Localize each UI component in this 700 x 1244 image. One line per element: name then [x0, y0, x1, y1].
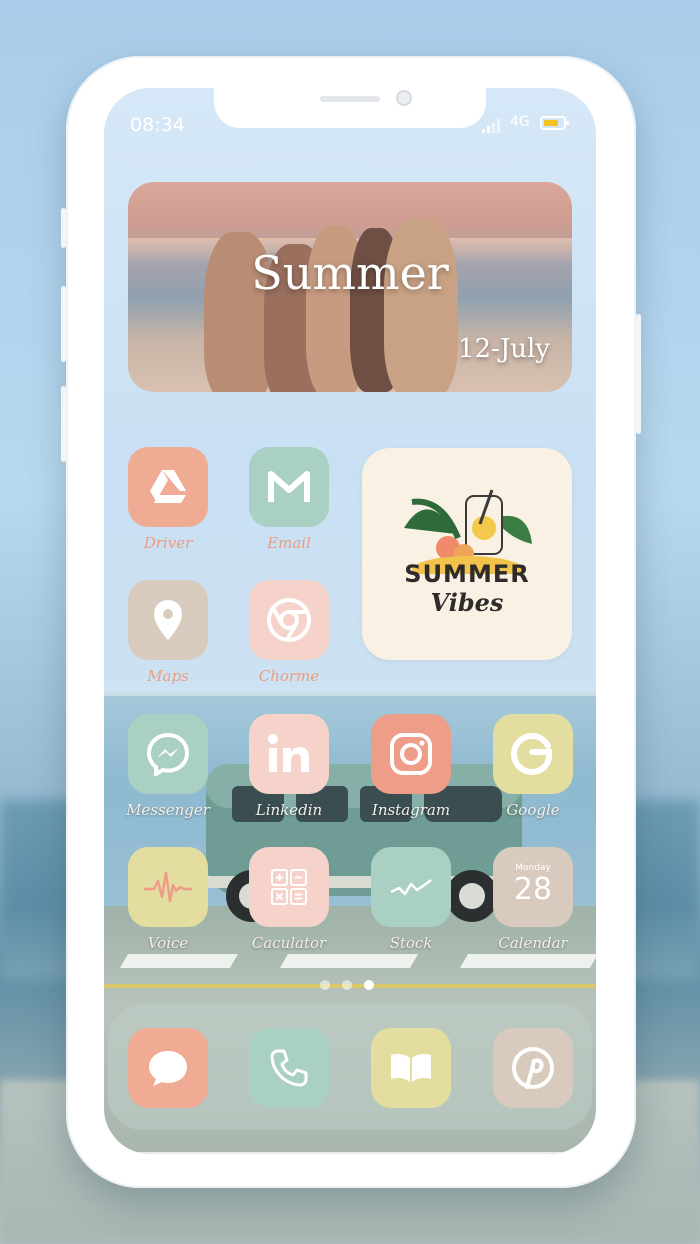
- app-label-chrome: Chorme: [258, 667, 320, 685]
- home-screen: 08:34 4G Summer 12-July Driver Email SUM…: [104, 88, 596, 1154]
- page-indicator[interactable]: [320, 980, 374, 990]
- stock-chart-icon: [390, 879, 432, 896]
- app-linkedin[interactable]: [249, 714, 329, 794]
- app-driver[interactable]: [128, 447, 208, 527]
- van-illustration: [206, 764, 522, 922]
- instagram-icon: [390, 733, 432, 775]
- app-label-stock: Stock: [389, 934, 433, 952]
- sticker-line1: SUMMER: [404, 560, 530, 588]
- summer-vibes-widget[interactable]: SUMMER Vibes: [362, 448, 572, 660]
- photo-widget[interactable]: Summer 12-July: [128, 182, 572, 392]
- speaker-grille: [320, 96, 380, 102]
- app-label-instagram: Instagram: [371, 801, 451, 819]
- page-dot[interactable]: [342, 980, 352, 990]
- sticker-line2: Vibes: [430, 588, 504, 617]
- open-book-icon: [391, 1054, 431, 1082]
- app-google[interactable]: [493, 714, 573, 794]
- app-voice[interactable]: [128, 847, 208, 927]
- power-button: [636, 314, 641, 434]
- mute-switch: [61, 208, 66, 248]
- volume-down-button: [61, 386, 66, 462]
- widget-title: Summer: [251, 246, 449, 300]
- page-dot-active[interactable]: [364, 980, 374, 990]
- front-camera: [396, 90, 412, 106]
- pinterest-icon: [512, 1047, 554, 1089]
- app-calendar[interactable]: Monday 28: [493, 847, 573, 927]
- calendar-date: 28: [513, 872, 553, 907]
- app-chrome[interactable]: [249, 580, 329, 660]
- app-calculator[interactable]: [249, 847, 329, 927]
- page-dot[interactable]: [320, 980, 330, 990]
- app-label-google: Google: [506, 801, 560, 819]
- app-label-voice: Voice: [147, 934, 189, 952]
- app-label-calendar: Calendar: [498, 934, 568, 952]
- app-label-driver: Driver: [143, 534, 193, 552]
- dock-messages[interactable]: [128, 1028, 208, 1108]
- notch: [214, 88, 486, 128]
- app-label-calculator: Caculator: [251, 934, 327, 952]
- signal-icon: [482, 116, 504, 138]
- phone-icon: [270, 1049, 308, 1087]
- chat-bubble-icon: [149, 1051, 187, 1086]
- gmail-icon: [268, 471, 310, 502]
- google-drive-icon: [150, 470, 186, 503]
- app-label-messenger: Messenger: [126, 801, 210, 819]
- app-messenger[interactable]: [128, 714, 208, 794]
- app-label-email: Email: [267, 534, 311, 552]
- dock-phone[interactable]: [249, 1028, 329, 1108]
- volume-up-button: [61, 286, 66, 362]
- app-label-maps: Maps: [147, 667, 189, 685]
- linkedin-icon: [268, 734, 309, 772]
- status-time: 08:34: [130, 114, 185, 136]
- messenger-icon: [146, 732, 190, 776]
- app-stock[interactable]: [371, 847, 451, 927]
- app-maps[interactable]: [128, 580, 208, 660]
- chrome-icon: [267, 598, 311, 642]
- map-pin-icon: [154, 600, 182, 640]
- calculator-icon: [271, 869, 307, 905]
- network-label: 4G: [510, 114, 530, 130]
- dock-books[interactable]: [371, 1028, 451, 1108]
- google-icon: [511, 732, 552, 776]
- voice-waveform-icon: [144, 871, 192, 903]
- battery-icon: [540, 116, 569, 130]
- dock-pinterest[interactable]: [493, 1028, 573, 1108]
- app-instagram[interactable]: [371, 714, 451, 794]
- app-email[interactable]: [249, 447, 329, 527]
- app-label-linkedin: Linkedin: [255, 801, 323, 819]
- widget-date: 12-July: [457, 334, 550, 364]
